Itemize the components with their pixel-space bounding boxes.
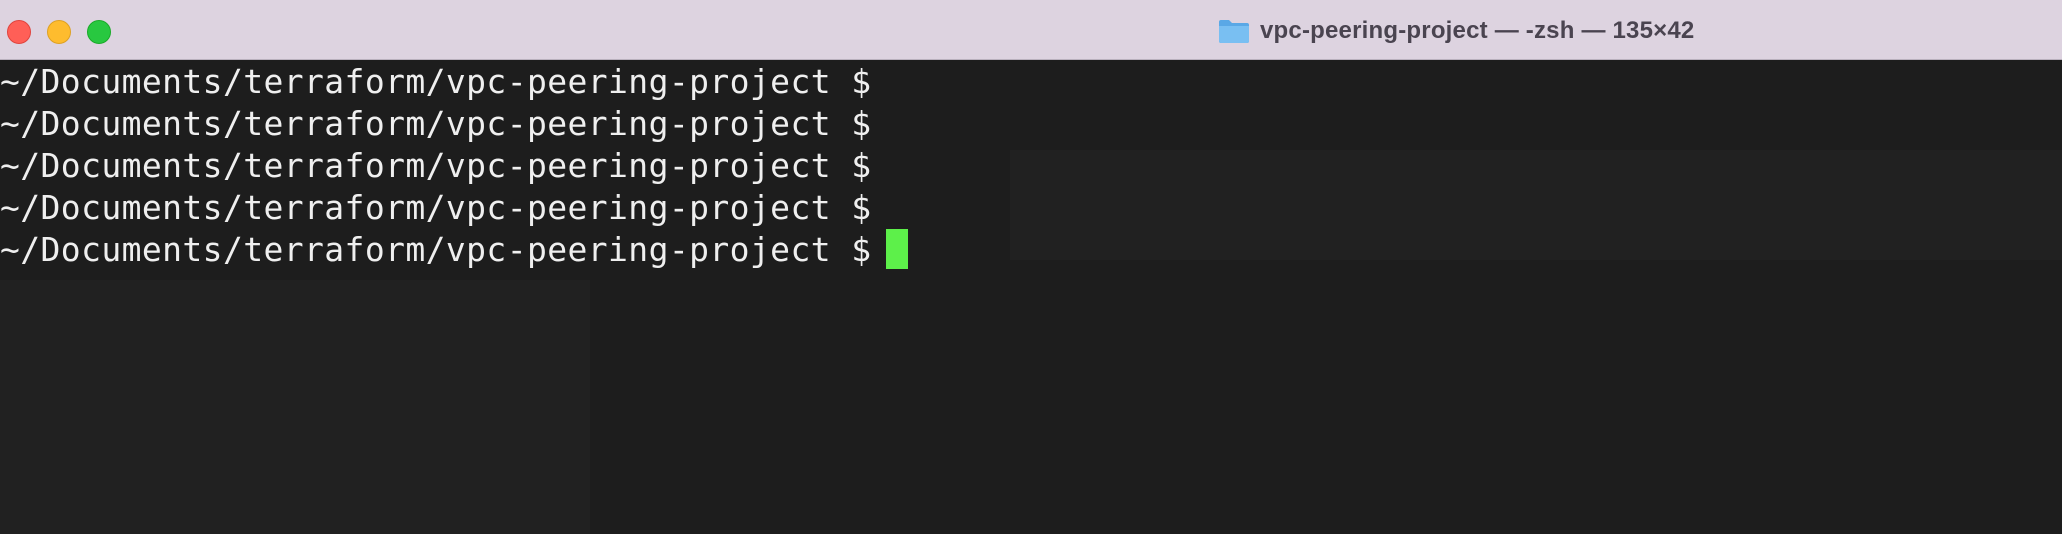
terminal-line: ~/Documents/terraform/vpc-peering-projec…: [0, 102, 908, 144]
background-window-panel: [1010, 150, 2062, 260]
title-bar[interactable]: vpc-peering-project — -zsh — 135×42: [0, 0, 2062, 60]
prompt-text: ~/Documents/terraform/vpc-peering-projec…: [0, 187, 872, 227]
prompt-text: ~/Documents/terraform/vpc-peering-projec…: [0, 103, 872, 143]
terminal-line: ~/Documents/terraform/vpc-peering-projec…: [0, 144, 908, 186]
text-cursor: [885, 229, 908, 269]
close-button[interactable]: [7, 20, 31, 44]
prompt-text: ~/Documents/terraform/vpc-peering-projec…: [0, 145, 872, 185]
terminal-line: ~/Documents/terraform/vpc-peering-projec…: [0, 60, 908, 102]
window-title-text: vpc-peering-project — -zsh — 135×42: [1260, 17, 1695, 44]
folder-icon: [1219, 20, 1249, 43]
window-title: vpc-peering-project — -zsh — 135×42: [1218, 14, 1694, 48]
prompt-text: ~/Documents/terraform/vpc-peering-projec…: [0, 61, 872, 101]
terminal-window: vpc-peering-project — -zsh — 135×42 ~/Do…: [0, 0, 2062, 534]
minimize-button[interactable]: [47, 20, 71, 44]
zoom-button[interactable]: [87, 20, 111, 44]
terminal-line: ~/Documents/terraform/vpc-peering-projec…: [0, 186, 908, 228]
terminal-line-active[interactable]: ~/Documents/terraform/vpc-peering-projec…: [0, 228, 908, 270]
terminal-output: ~/Documents/terraform/vpc-peering-projec…: [0, 60, 908, 270]
terminal-content[interactable]: ~/Documents/terraform/vpc-peering-projec…: [0, 60, 2062, 534]
prompt-text: ~/Documents/terraform/vpc-peering-projec…: [0, 229, 872, 269]
background-window-panel: [0, 280, 590, 534]
